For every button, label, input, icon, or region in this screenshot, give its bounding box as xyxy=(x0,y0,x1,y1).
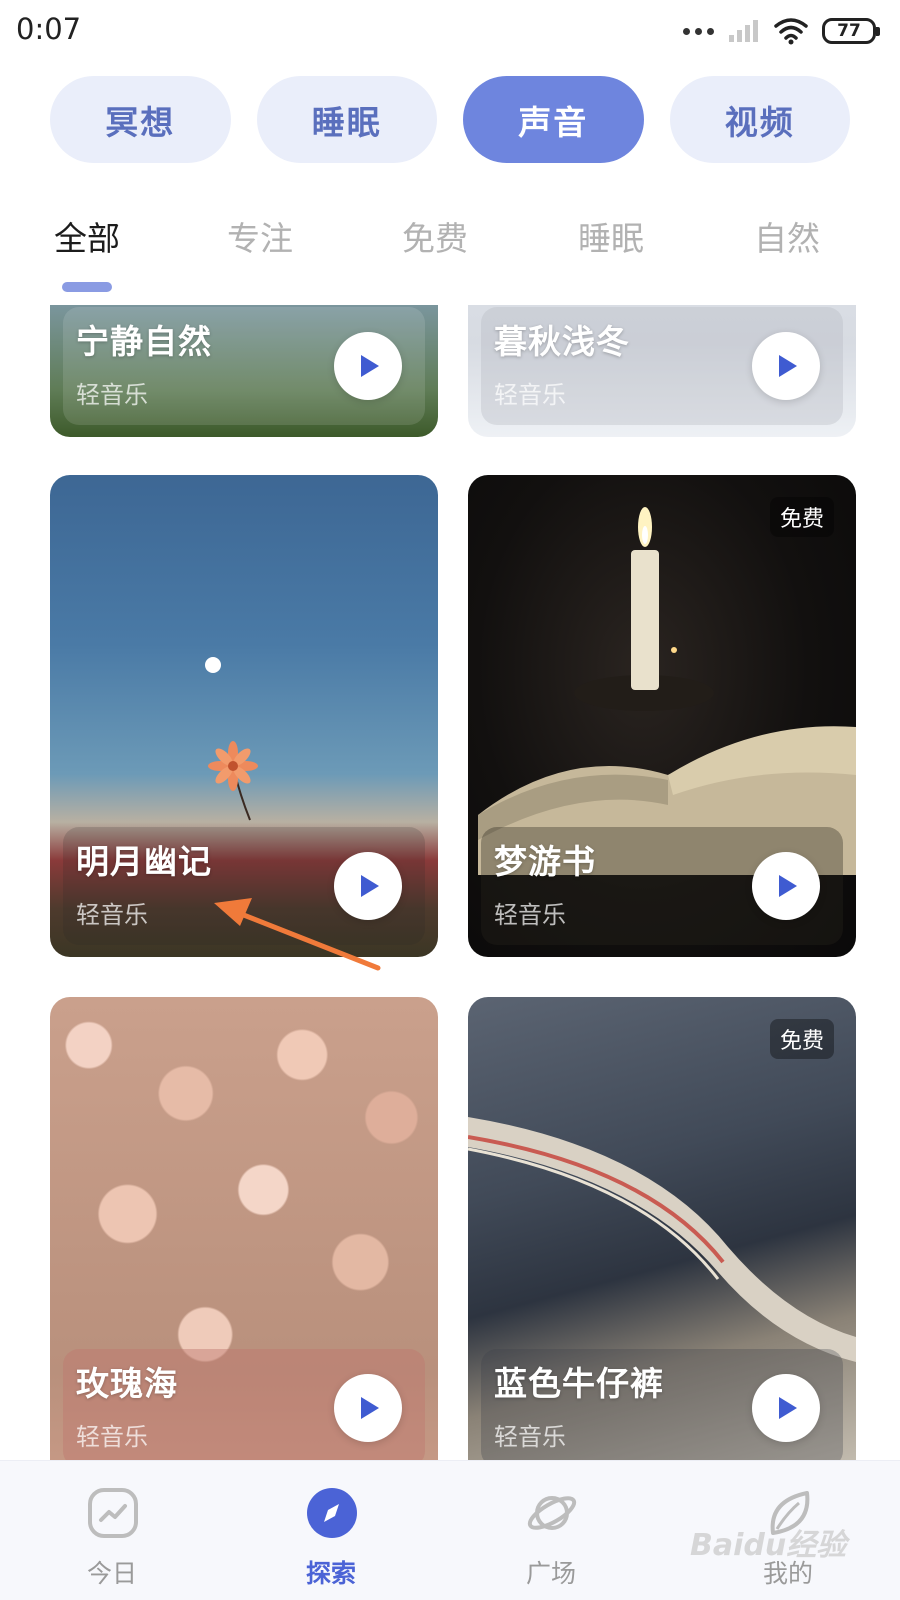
play-button[interactable] xyxy=(334,852,402,920)
tab-all[interactable]: 全部 xyxy=(54,212,120,260)
sound-card[interactable]: 暮秋浅冬 轻音乐 xyxy=(468,305,856,437)
category-segments: 冥想 睡眠 声音 视频 xyxy=(50,76,850,163)
sound-card[interactable]: 免费 蓝色牛仔裤 轻音乐 xyxy=(468,997,856,1460)
segment-video[interactable]: 视频 xyxy=(669,76,850,163)
card-title: 暮秋浅冬 xyxy=(494,322,630,361)
card-title: 玫瑰海 xyxy=(76,1364,178,1403)
sound-grid: 宁静自然 轻音乐 暮秋浅冬 轻音乐 明月幽记 轻音乐 免费 梦游书 轻音乐 玫瑰… xyxy=(0,305,900,1460)
more-dots-icon xyxy=(683,27,714,35)
play-button[interactable] xyxy=(752,852,820,920)
sound-card[interactable]: 玫瑰海 轻音乐 xyxy=(50,997,438,1460)
card-subtitle: 轻音乐 xyxy=(494,381,566,409)
planet-icon xyxy=(527,1496,577,1530)
free-badge: 免费 xyxy=(769,1019,834,1059)
nav-explore[interactable]: 探索 xyxy=(271,1461,391,1600)
card-title: 梦游书 xyxy=(494,842,596,881)
card-title: 蓝色牛仔裤 xyxy=(494,1364,664,1403)
battery-icon: 77 xyxy=(822,18,880,44)
play-button[interactable] xyxy=(752,1374,820,1442)
play-icon xyxy=(779,1397,797,1419)
play-button[interactable] xyxy=(752,332,820,400)
play-icon xyxy=(361,1397,379,1419)
card-subtitle: 轻音乐 xyxy=(76,381,148,409)
nav-label: 探索 xyxy=(305,1559,356,1588)
tab-nature[interactable]: 自然 xyxy=(754,212,820,260)
tab-free[interactable]: 免费 xyxy=(402,212,468,260)
card-subtitle: 轻音乐 xyxy=(494,1423,566,1451)
play-icon xyxy=(361,355,379,377)
play-icon xyxy=(779,875,797,897)
segment-meditation[interactable]: 冥想 xyxy=(50,76,231,163)
compass-icon xyxy=(307,1488,357,1538)
status-icons: 77 xyxy=(683,14,880,48)
tab-focus[interactable]: 专注 xyxy=(227,212,293,260)
wifi-icon xyxy=(774,18,808,45)
card-subtitle: 轻音乐 xyxy=(76,1423,148,1451)
nav-label: 广场 xyxy=(525,1559,576,1588)
tab-sleep[interactable]: 睡眠 xyxy=(578,212,644,260)
tab-indicator xyxy=(62,282,112,292)
sound-card[interactable]: 免费 梦游书 轻音乐 xyxy=(468,475,856,957)
card-title: 明月幽记 xyxy=(76,842,212,881)
play-icon xyxy=(361,875,379,897)
signal-icon xyxy=(729,20,758,42)
card-subtitle: 轻音乐 xyxy=(76,901,148,929)
status-bar: 0:07 77 xyxy=(0,0,900,64)
filter-tabs: 全部 专注 免费 睡眠 自然 xyxy=(0,212,900,272)
nav-today[interactable]: 今日 xyxy=(52,1461,172,1600)
sound-card[interactable]: 明月幽记 轻音乐 xyxy=(50,475,438,957)
segment-sound[interactable]: 声音 xyxy=(463,76,644,163)
watermark-text: Baidu经验 xyxy=(690,1528,847,1563)
nav-label: 今日 xyxy=(86,1559,137,1588)
card-title: 宁静自然 xyxy=(76,322,212,361)
nav-square[interactable]: 广场 xyxy=(491,1461,611,1600)
chart-trend-icon xyxy=(88,1488,138,1538)
segment-sleep[interactable]: 睡眠 xyxy=(256,76,437,163)
free-badge: 免费 xyxy=(769,497,834,537)
play-button[interactable] xyxy=(334,332,402,400)
status-time: 0:07 xyxy=(16,12,82,46)
card-subtitle: 轻音乐 xyxy=(494,901,566,929)
play-icon xyxy=(779,355,797,377)
battery-level: 77 xyxy=(837,21,861,41)
play-button[interactable] xyxy=(334,1374,402,1442)
sound-card[interactable]: 宁静自然 轻音乐 xyxy=(50,305,438,437)
